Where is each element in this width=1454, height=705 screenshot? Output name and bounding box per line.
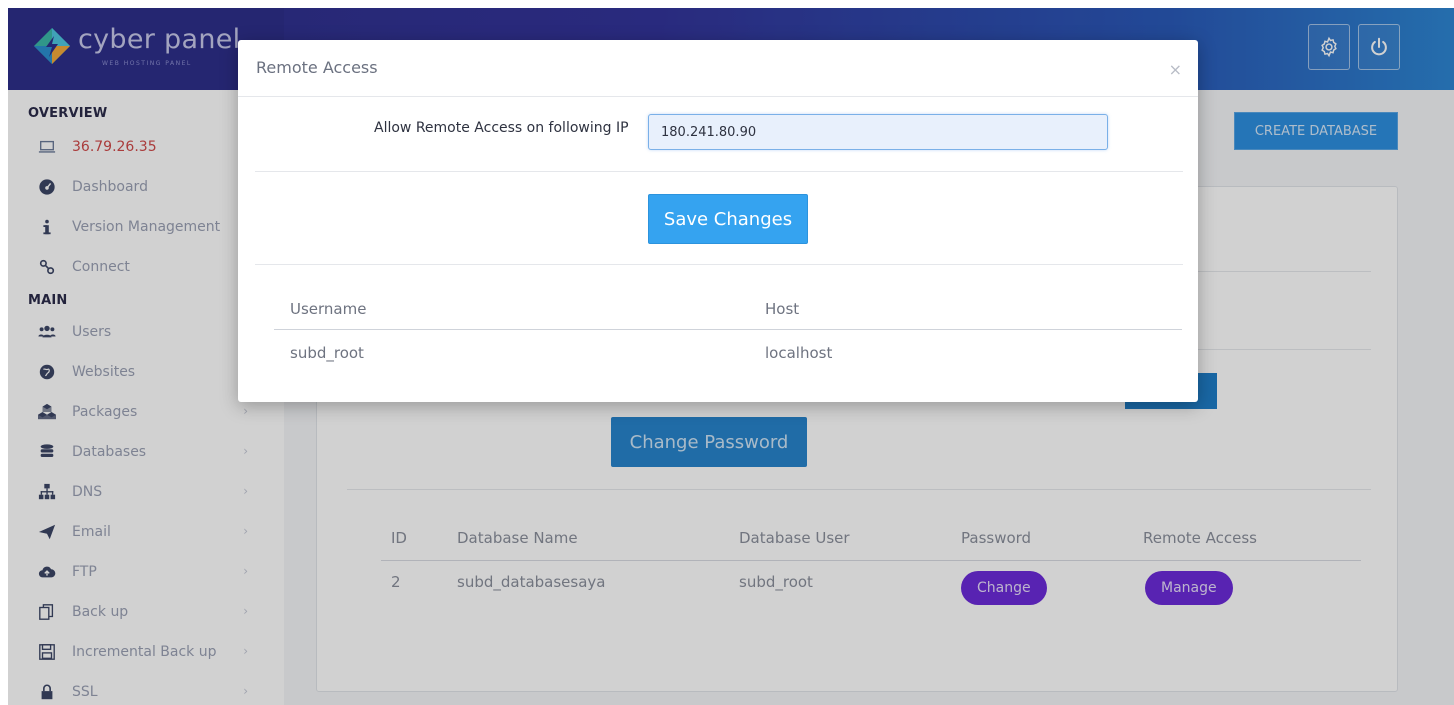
app-window: cyber panel WEB HOSTING PANEL OVERVIEW 3… bbox=[8, 8, 1454, 705]
cell-host: localhost bbox=[765, 344, 833, 362]
remote-access-modal: Remote Access × Allow Remote Access on f… bbox=[238, 40, 1198, 402]
table-header-row: Username Host bbox=[274, 286, 1182, 330]
modal-title: Remote Access bbox=[256, 58, 378, 77]
column-header-username: Username bbox=[290, 300, 367, 318]
divider bbox=[255, 264, 1183, 265]
cell-username: subd_root bbox=[290, 344, 364, 362]
save-changes-button[interactable]: Save Changes bbox=[648, 194, 808, 244]
close-icon[interactable]: × bbox=[1169, 60, 1182, 79]
column-header-host: Host bbox=[765, 300, 800, 318]
ip-field-label: Allow Remote Access on following IP bbox=[374, 120, 629, 136]
divider bbox=[255, 171, 1183, 172]
remote-hosts-table: Username Host subd_root localhost bbox=[274, 286, 1182, 374]
table-row: subd_root localhost bbox=[274, 330, 1182, 374]
remote-ip-input[interactable] bbox=[648, 114, 1108, 150]
modal-header-divider bbox=[238, 96, 1198, 97]
